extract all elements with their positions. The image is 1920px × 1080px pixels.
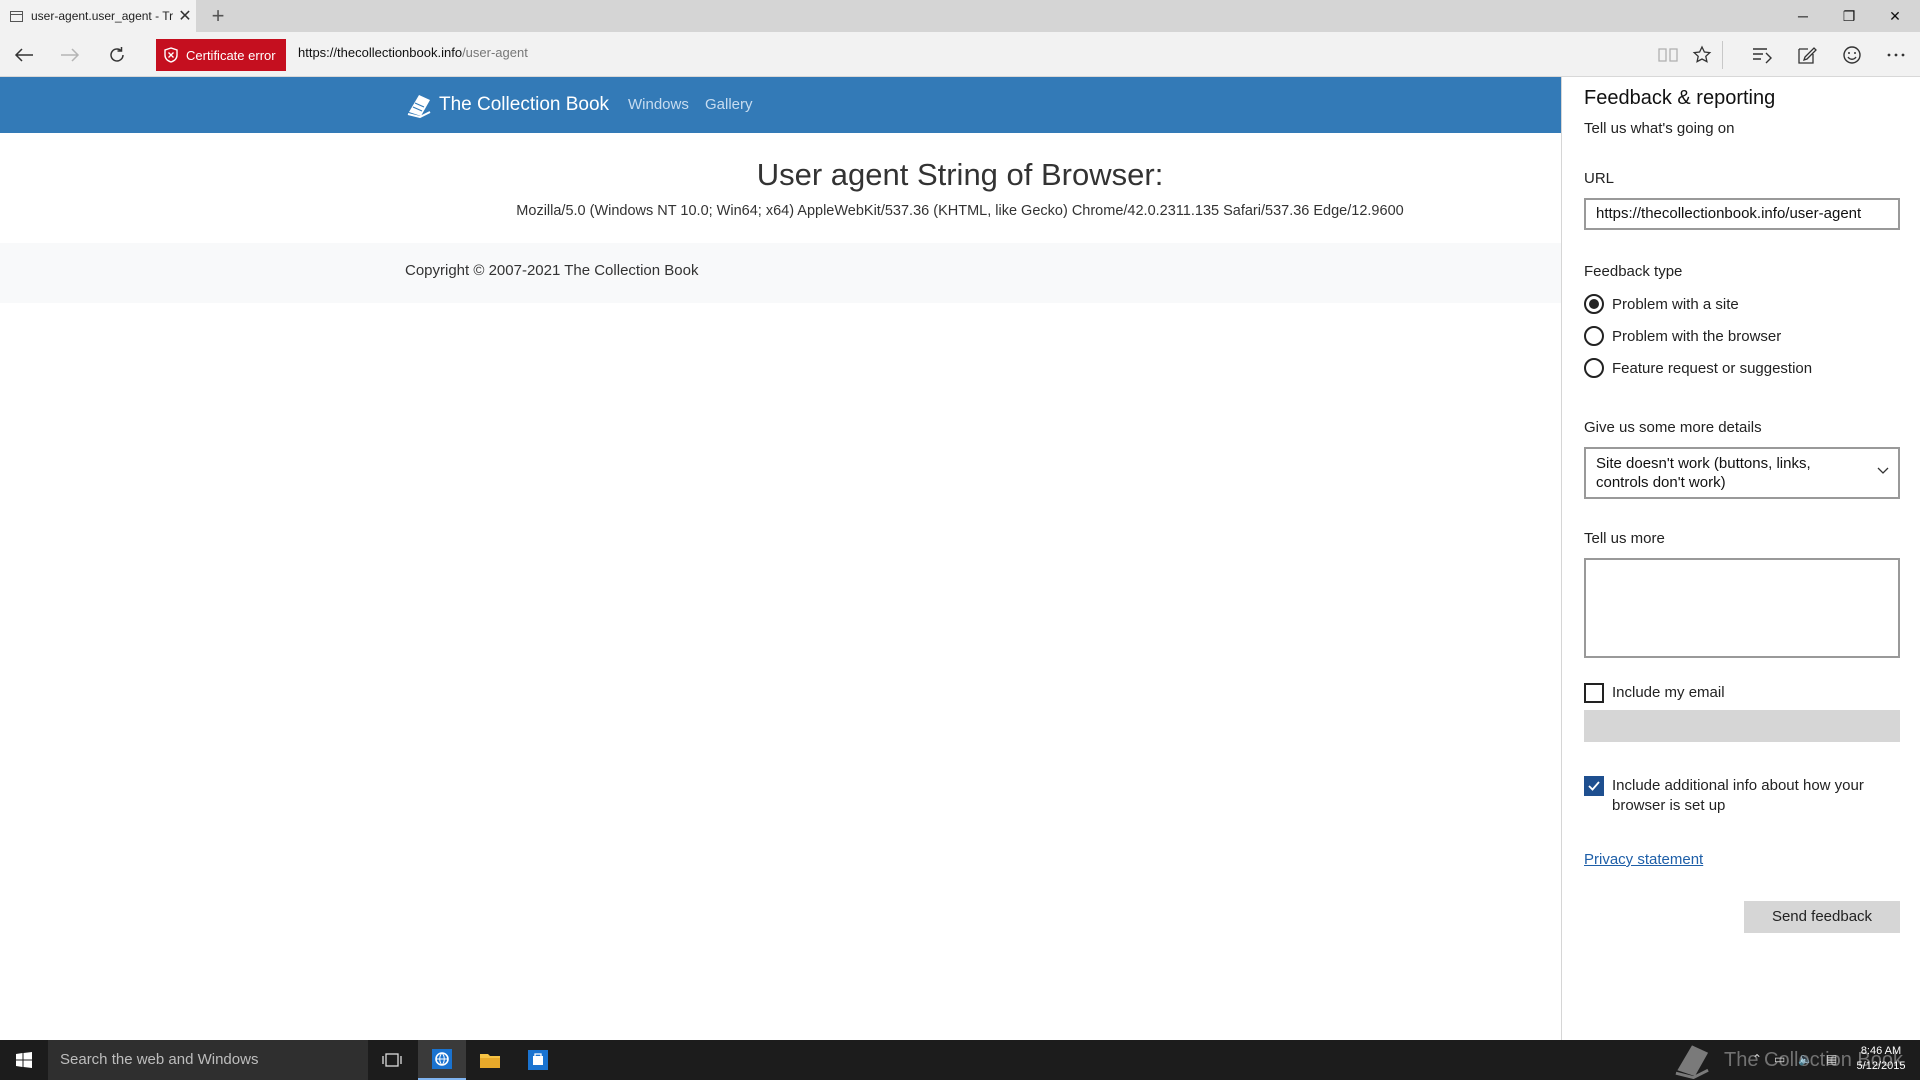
radio-button[interactable] (1584, 326, 1604, 346)
system-clock[interactable]: 8:46 AM 5/12/2015 (1850, 1044, 1912, 1074)
ellipsis-icon (1887, 53, 1905, 57)
back-button[interactable] (7, 38, 41, 72)
address-input[interactable]: https://thecollectionbook.info/user-agen… (298, 45, 528, 60)
task-view-icon (382, 1053, 402, 1067)
tab-strip: user-agent.user_agent - Tr ✕ + ─ ❐ ✕ (0, 0, 1920, 32)
toolbar-divider (1722, 41, 1723, 69)
restore-button[interactable]: ❐ (1826, 0, 1872, 32)
back-arrow-icon (14, 48, 33, 62)
radio-button[interactable] (1584, 294, 1604, 314)
start-button[interactable] (0, 1040, 48, 1080)
forward-arrow-icon (61, 48, 80, 62)
reading-view-button[interactable] (1653, 40, 1683, 70)
site-footer: Copyright © 2007-2021 The Collection Boo… (0, 243, 1561, 303)
email-field (1584, 710, 1900, 742)
action-center-icon[interactable]: ▤ (1826, 1052, 1837, 1066)
book-icon (1675, 1045, 1709, 1079)
network-icon[interactable]: ▭ (1774, 1052, 1785, 1066)
tell-us-more-textarea[interactable] (1584, 558, 1900, 658)
web-note-button[interactable] (1792, 40, 1822, 70)
taskbar-search-box[interactable]: Search the web and Windows (48, 1040, 368, 1080)
url-field[interactable]: https://thecollectionbook.info/user-agen… (1584, 198, 1900, 230)
url-label: URL (1584, 170, 1615, 187)
hub-button[interactable] (1747, 40, 1777, 70)
taskbar: Search the web and Windows The Collectio… (0, 1040, 1920, 1080)
feedback-button[interactable] (1837, 40, 1867, 70)
taskbar-app-store[interactable] (514, 1040, 562, 1080)
site-brand-link[interactable]: The Collection Book (405, 92, 609, 118)
task-view-button[interactable] (368, 1040, 416, 1080)
show-hidden-icons-icon[interactable]: ⌃ (1752, 1052, 1762, 1066)
refresh-button[interactable] (100, 38, 134, 72)
url-path: /user-agent (462, 45, 528, 60)
star-icon (1692, 45, 1712, 63)
radio-problem-with-browser[interactable]: Problem with the browser (1584, 326, 1781, 346)
close-tab-icon[interactable]: ✕ (174, 6, 196, 26)
nav-link-gallery[interactable]: Gallery (705, 96, 753, 113)
radio-label: Problem with a site (1612, 295, 1739, 313)
book-icon (407, 95, 431, 118)
new-tab-button[interactable]: + (206, 3, 230, 29)
copyright-text: Copyright © 2007-2021 The Collection Boo… (405, 262, 699, 279)
smiley-icon (1843, 46, 1861, 64)
include-info-option[interactable]: Include additional info about how your b… (1584, 776, 1900, 816)
details-label: Give us some more details (1584, 419, 1762, 436)
shield-icon (164, 47, 178, 63)
include-email-label: Include my email (1612, 684, 1725, 701)
web-page: The Collection Book Windows Gallery User… (0, 77, 1561, 1040)
refresh-icon (110, 47, 124, 62)
send-feedback-button[interactable]: Send feedback (1744, 901, 1900, 933)
site-navbar: The Collection Book Windows Gallery (0, 77, 1561, 133)
tell-us-more-label: Tell us more (1584, 530, 1665, 547)
edge-icon (432, 1049, 452, 1069)
forward-button[interactable] (53, 38, 87, 72)
store-icon (528, 1050, 548, 1070)
include-email-checkbox[interactable] (1584, 683, 1604, 703)
favorite-button[interactable] (1687, 40, 1717, 70)
taskbar-app-edge[interactable] (418, 1040, 466, 1080)
page-icon (10, 10, 23, 22)
taskbar-app-file-explorer[interactable] (466, 1040, 514, 1080)
chevron-down-icon (1877, 467, 1889, 474)
pane-title: Feedback & reporting (1584, 87, 1776, 109)
feedback-pane: Feedback & reporting Tell us what's goin… (1561, 77, 1920, 1040)
details-dropdown[interactable]: Site doesn't work (buttons, links, contr… (1584, 447, 1900, 499)
radio-button[interactable] (1584, 358, 1604, 378)
pen-icon (1798, 47, 1817, 64)
volume-icon[interactable]: 🔈 (1798, 1052, 1813, 1066)
include-info-checkbox[interactable] (1584, 776, 1604, 796)
radio-feature-request[interactable]: Feature request or suggestion (1584, 358, 1812, 378)
close-window-button[interactable]: ✕ (1872, 0, 1918, 32)
hub-icon (1753, 48, 1772, 64)
minimize-button[interactable]: ─ (1780, 0, 1826, 32)
radio-label: Feature request or suggestion (1612, 359, 1813, 377)
privacy-statement-link[interactable]: Privacy statement (1584, 851, 1703, 868)
reading-view-icon (1658, 48, 1678, 62)
certificate-error-label: Certificate error (186, 47, 276, 63)
pane-subtitle: Tell us what's going on (1584, 120, 1735, 137)
clock-time: 8:46 AM (1860, 1045, 1902, 1057)
browser-tab[interactable]: user-agent.user_agent - Tr ✕ (0, 0, 196, 32)
radio-label: Problem with the browser (1612, 327, 1782, 345)
details-selected-value: Site doesn't work (buttons, links, contr… (1596, 455, 1811, 491)
folder-icon (480, 1054, 500, 1068)
url-host: https://thecollectionbook.info (298, 45, 463, 60)
checkmark-icon (1588, 781, 1600, 791)
certificate-error-button[interactable]: Certificate error (156, 39, 286, 71)
nav-link-windows[interactable]: Windows (628, 96, 689, 113)
include-email-option[interactable]: Include my email (1584, 683, 1725, 703)
more-button[interactable] (1881, 40, 1911, 70)
include-info-label: Include additional info about how your b… (1612, 777, 1864, 814)
address-toolbar: Certificate error https://thecollectionb… (0, 32, 1920, 77)
windows-logo-icon (16, 1052, 32, 1068)
site-brand-text: The Collection Book (439, 94, 610, 115)
radio-problem-with-site[interactable]: Problem with a site (1584, 294, 1739, 314)
tab-title: user-agent.user_agent - Tr (31, 9, 174, 23)
clock-date: 5/12/2015 (1856, 1060, 1906, 1072)
feedback-type-label: Feedback type (1584, 263, 1683, 280)
